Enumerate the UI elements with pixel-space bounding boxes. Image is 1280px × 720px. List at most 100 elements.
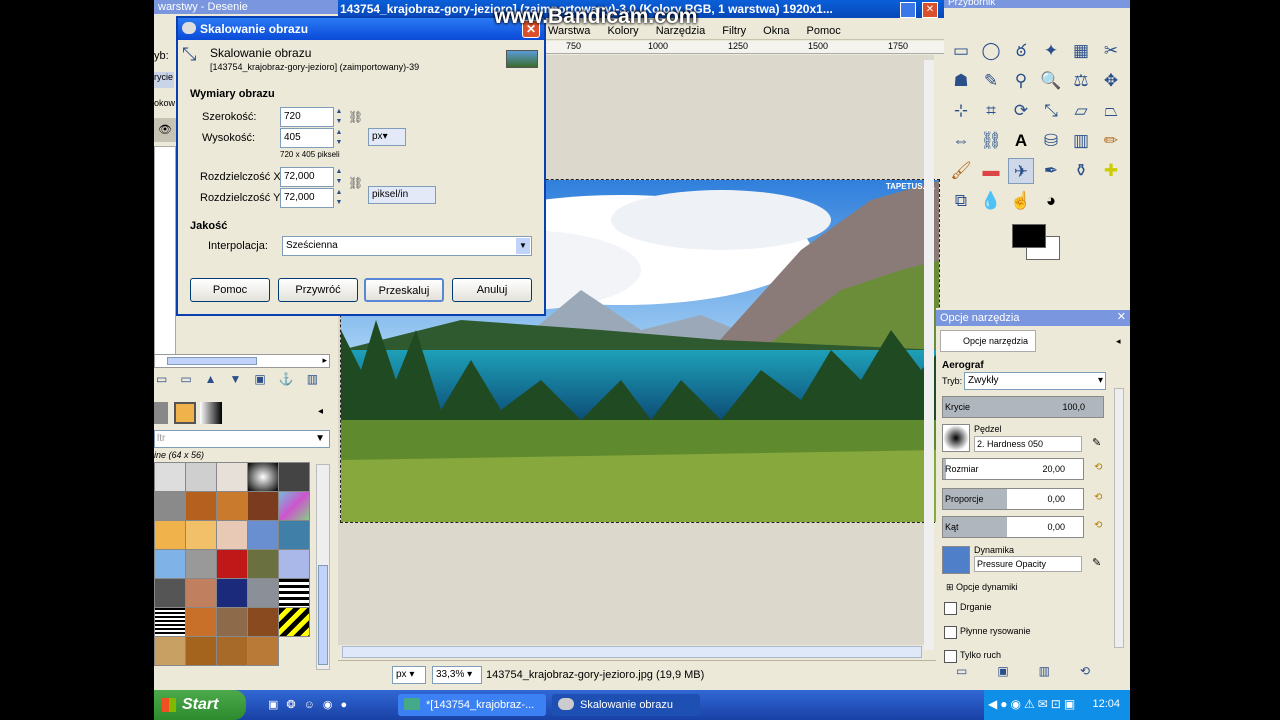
resolution-x-spinner[interactable]: ▲ ▼ bbox=[334, 167, 344, 187]
pattern-grid[interactable] bbox=[154, 462, 314, 687]
heal-icon[interactable]: ✚ bbox=[1098, 158, 1124, 184]
pattern-tile[interactable] bbox=[216, 636, 248, 666]
panel-menu-icon[interactable]: ◂ bbox=[318, 406, 323, 417]
pattern-tile[interactable] bbox=[278, 462, 310, 492]
pattern-tile[interactable] bbox=[154, 549, 186, 579]
zoom-icon[interactable]: 🔍 bbox=[1038, 68, 1064, 94]
fuzzy-select-icon[interactable]: ✦ bbox=[1038, 38, 1064, 64]
eye-icon[interactable]: 👁 bbox=[154, 118, 176, 142]
pattern-filter-input[interactable]: ltr ▼ bbox=[154, 430, 330, 448]
smooth-checkbox[interactable] bbox=[944, 626, 957, 639]
aspect-slider[interactable]: Proporcje 0,00 bbox=[942, 488, 1084, 510]
pattern-tile[interactable] bbox=[247, 636, 279, 666]
pattern-tile[interactable] bbox=[216, 578, 248, 608]
pattern-tile[interactable] bbox=[247, 549, 279, 579]
foreground-color-front[interactable] bbox=[1012, 224, 1046, 248]
dynamics-field[interactable]: Pressure Opacity bbox=[974, 556, 1082, 572]
pencil-icon[interactable]: ✏ bbox=[1098, 128, 1124, 154]
blend-icon[interactable]: ▥ bbox=[1068, 128, 1094, 154]
options-actions[interactable]: ▭▣▥⟲ bbox=[956, 664, 1116, 678]
rect-select-icon[interactable]: ▭ bbox=[948, 38, 974, 64]
angle-slider[interactable]: Kąt 0,00 bbox=[942, 516, 1084, 538]
dynamics-options-expander[interactable]: ⊞ Opcje dynamiki bbox=[946, 582, 1018, 593]
quick-launch[interactable]: ▣❂☺◉● bbox=[268, 698, 378, 711]
opacity-slider[interactable]: Krycie 100,0 bbox=[942, 396, 1104, 418]
pattern-tile[interactable] bbox=[185, 520, 217, 550]
zoom-select[interactable]: 33,3% ▾ bbox=[432, 666, 482, 684]
layers-scrollbar[interactable]: ▸ bbox=[154, 354, 330, 368]
pattern-tile[interactable] bbox=[278, 491, 310, 521]
tab-gradients[interactable] bbox=[200, 402, 222, 424]
brush-name-field[interactable]: 2. Hardness 050 bbox=[974, 436, 1082, 452]
resolution-x-input[interactable]: 72,000 bbox=[280, 167, 334, 187]
pattern-tile[interactable] bbox=[278, 520, 310, 550]
jitter-checkbox[interactable] bbox=[944, 602, 957, 615]
scroll-thumb[interactable] bbox=[318, 565, 328, 665]
brush-preview[interactable] bbox=[942, 424, 970, 452]
height-input[interactable]: 405 bbox=[280, 128, 334, 148]
tab-tool-options[interactable]: Opcje narzędzia bbox=[940, 330, 1036, 352]
pattern-tile[interactable] bbox=[247, 462, 279, 492]
clone-icon[interactable]: ⚱ bbox=[1068, 158, 1094, 184]
close-icon[interactable]: ✕ bbox=[1117, 310, 1126, 323]
measure-icon[interactable]: ⚖ bbox=[1068, 68, 1094, 94]
reset-aspect-icon[interactable]: ⟲ bbox=[1094, 492, 1102, 503]
size-unit-select[interactable]: px▾ bbox=[368, 128, 406, 146]
resolution-y-spinner[interactable]: ▲ ▼ bbox=[334, 188, 344, 208]
pattern-tile[interactable] bbox=[154, 462, 186, 492]
chain-link-icon[interactable]: ⛓ bbox=[348, 110, 363, 124]
paths-icon[interactable]: ✎ bbox=[978, 68, 1004, 94]
pattern-tile[interactable] bbox=[247, 520, 279, 550]
airbrush-icon[interactable]: ✈ bbox=[1008, 158, 1034, 184]
motion-only-checkbox[interactable] bbox=[944, 650, 957, 663]
height-spinner[interactable]: ▲ ▼ bbox=[334, 128, 344, 148]
pattern-tile[interactable] bbox=[185, 549, 217, 579]
color-select-icon[interactable]: ▦ bbox=[1068, 38, 1094, 64]
resolution-y-input[interactable]: 72,000 bbox=[280, 188, 334, 208]
pattern-tile[interactable] bbox=[154, 607, 186, 637]
dynamics-preview[interactable] bbox=[942, 546, 970, 574]
foreground-select-icon[interactable]: ☗ bbox=[948, 68, 974, 94]
pattern-tile[interactable] bbox=[185, 578, 217, 608]
pattern-tile[interactable] bbox=[185, 607, 217, 637]
unit-select[interactable]: px ▾ bbox=[392, 666, 426, 684]
edit-dynamics-icon[interactable]: ✎ bbox=[1092, 556, 1101, 569]
pattern-tile[interactable] bbox=[216, 491, 248, 521]
task-gimp-image[interactable]: *[143754_krajobraz-... bbox=[398, 694, 546, 716]
flip-icon[interactable]: ⇔ bbox=[948, 128, 974, 154]
start-button[interactable]: Start bbox=[154, 690, 246, 720]
pattern-tile[interactable] bbox=[216, 520, 248, 550]
pattern-tile[interactable] bbox=[185, 462, 217, 492]
scroll-right-icon[interactable]: ▸ bbox=[322, 355, 327, 366]
edit-brush-icon[interactable]: ✎ bbox=[1092, 436, 1101, 449]
shear-icon[interactable]: ▱ bbox=[1068, 98, 1094, 124]
pattern-tile[interactable] bbox=[216, 549, 248, 579]
resolution-unit-select[interactable]: piksel/in bbox=[368, 186, 436, 204]
scale-button[interactable]: Przeskaluj bbox=[364, 278, 444, 302]
ink-icon[interactable]: ✒ bbox=[1038, 158, 1064, 184]
close-icon[interactable]: ✕ bbox=[922, 2, 938, 18]
pattern-tile[interactable] bbox=[247, 491, 279, 521]
crop-icon[interactable]: ⌗ bbox=[978, 98, 1004, 124]
reset-angle-icon[interactable]: ⟲ bbox=[1094, 520, 1102, 531]
pattern-tile[interactable] bbox=[154, 491, 186, 521]
pattern-tile[interactable] bbox=[154, 578, 186, 608]
paintbrush-icon[interactable]: 🖌 bbox=[948, 158, 974, 184]
pattern-tile[interactable] bbox=[154, 520, 186, 550]
text-icon[interactable]: A bbox=[1008, 128, 1034, 154]
pattern-tile[interactable] bbox=[216, 607, 248, 637]
pattern-tile[interactable] bbox=[154, 636, 186, 666]
rotate-icon[interactable]: ⟳ bbox=[1008, 98, 1034, 124]
perspective-icon[interactable]: ⏢ bbox=[1098, 98, 1124, 124]
lasso-icon[interactable]: ఠ bbox=[1008, 38, 1034, 64]
color-picker-icon[interactable]: ⚲ bbox=[1008, 68, 1034, 94]
width-spinner[interactable]: ▲ ▼ bbox=[334, 107, 344, 127]
move-icon[interactable]: ✥ bbox=[1098, 68, 1124, 94]
reset-size-icon[interactable]: ⟲ bbox=[1094, 462, 1102, 473]
scroll-thumb[interactable] bbox=[167, 357, 257, 365]
width-input[interactable]: 720 bbox=[280, 107, 334, 127]
mode-select[interactable]: Zwykły ▾ bbox=[964, 372, 1106, 390]
size-slider[interactable]: Rozmiar 20,00 bbox=[942, 458, 1084, 480]
reset-button[interactable]: Przywróć bbox=[278, 278, 358, 302]
pattern-tile[interactable] bbox=[185, 636, 217, 666]
